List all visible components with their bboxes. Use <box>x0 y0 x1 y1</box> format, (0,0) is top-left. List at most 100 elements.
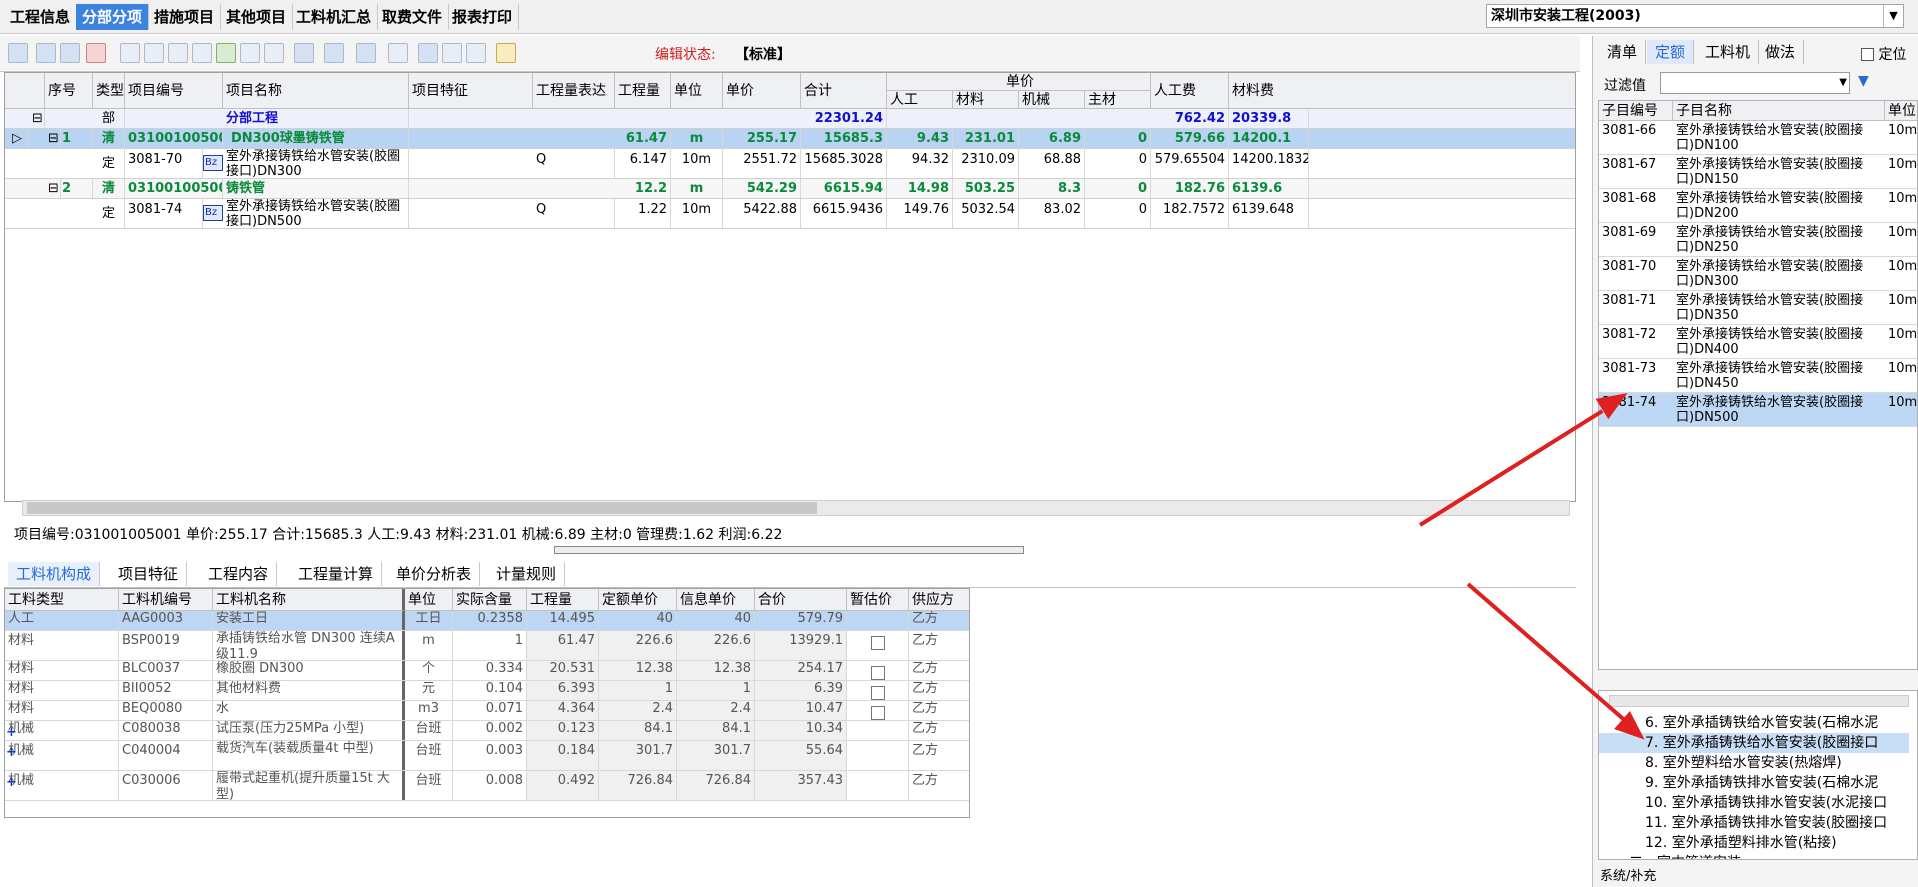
row-name[interactable]: 室外承接铸铁给水管安装(胶圈接口)DN500 <box>223 199 409 228</box>
list-item[interactable]: 3081-68 室外承接铸铁给水管安装(胶圈接口)DN200 10m <box>1599 189 1917 223</box>
header-labor[interactable]: 人工 <box>887 91 953 109</box>
add-child-icon[interactable] <box>36 43 56 63</box>
table-row[interactable]: 机械 C030006 履带式起重机(提升质量15t 大型) 台班 0.008 0.492 7… <box>5 771 969 801</box>
row-code[interactable]: 3081-70 <box>125 149 203 178</box>
chevron-down-icon[interactable]: ▼ <box>1839 73 1847 93</box>
row-unit[interactable]: m <box>671 129 723 148</box>
cell-unit[interactable]: 台班 <box>405 721 453 740</box>
chevron-down-icon[interactable]: ▼ <box>1883 5 1903 27</box>
row-name[interactable]: 铸铁管 <box>223 179 409 198</box>
row-unit[interactable]: 10m <box>671 149 723 178</box>
menu-project-info[interactable]: 工程信息 <box>4 4 78 30</box>
header-qty[interactable]: 工程量 <box>527 589 599 611</box>
table-row[interactable]: 材料 BII0052 其他材料费元 0.104 6.393 1 1 6.39 乙方 <box>5 681 969 701</box>
header-code[interactable]: 项目编号 <box>125 73 223 109</box>
quota-bz-icon[interactable]: Bz <box>203 205 223 221</box>
row-qty[interactable]: 61.47 <box>615 129 671 148</box>
arrow-left-icon[interactable] <box>240 43 260 63</box>
tab-bill[interactable]: 清单 <box>1599 40 1647 64</box>
list-item[interactable]: 3081-74 室外承接铸铁给水管安装(胶圈接口)DN500 10m <box>1599 393 1917 427</box>
row-qty[interactable]: 1.22 <box>615 199 671 228</box>
cell-unit[interactable]: 台班 <box>405 771 453 800</box>
estimate-checkbox[interactable] <box>870 636 885 650</box>
row-name[interactable]: DN300球墨铸铁管 <box>223 129 409 148</box>
filter-icon[interactable] <box>388 43 408 63</box>
paste-icon[interactable] <box>168 43 188 63</box>
header-sum[interactable]: 合价 <box>755 589 847 611</box>
filter-input[interactable]: ▼ <box>1660 72 1850 94</box>
header-supplier[interactable]: 供应方 <box>909 589 969 611</box>
scrollbar-thumb[interactable] <box>27 502 817 514</box>
menu-fee-file[interactable]: 取费文件 <box>376 4 450 30</box>
copy-icon[interactable] <box>144 43 164 63</box>
cell-supplier[interactable]: 乙方 <box>909 701 969 720</box>
header-total[interactable]: 合计 <box>801 73 887 109</box>
cell-kind[interactable]: 人工 <box>5 611 119 630</box>
header-sub-unit[interactable]: 单位 <box>1885 101 1917 121</box>
tree-item[interactable]: 10. 室外承插铸铁排水管安装(水泥接口 <box>1599 793 1909 813</box>
row-unit[interactable]: 10m <box>671 199 723 228</box>
cell-unit[interactable]: 元 <box>405 681 453 700</box>
cell-unit[interactable]: m3 <box>405 701 453 720</box>
cell-unit[interactable]: 台班 <box>405 741 453 770</box>
expand-icon[interactable]: + <box>6 775 17 790</box>
list-item[interactable]: 3081-69 室外承接铸铁给水管安装(胶圈接口)DN250 10m <box>1599 223 1917 257</box>
menu-measures[interactable]: 措施项目 <box>148 4 222 30</box>
row-expr[interactable]: Q <box>533 199 615 228</box>
header-type[interactable]: 类型 <box>93 73 125 109</box>
header-main-material[interactable]: 主材 <box>1085 91 1151 109</box>
row-name[interactable]: 室外承接铸铁给水管安装(胶圈接口)DN300 <box>223 149 409 178</box>
horizontal-scrollbar[interactable] <box>22 500 1570 516</box>
menu-other-items[interactable]: 其他项目 <box>220 4 294 30</box>
project-select[interactable]: 深圳市安装工程(2003) ▼ <box>1486 4 1904 28</box>
splitter-handle[interactable] <box>554 546 1024 554</box>
cut-icon[interactable] <box>120 43 140 63</box>
cell-kind[interactable]: 机械 <box>5 721 119 740</box>
tree-item[interactable]: 8. 室外塑料给水管安装(热熔焊) <box>1599 753 1909 773</box>
layout-icon[interactable] <box>442 43 462 63</box>
table-row[interactable]: 人工 AAG0003 安装工日 工日 0.2358 14.495 40 40 579.79 乙方 <box>5 611 969 631</box>
list-item[interactable]: 3081-71 室外承接铸铁给水管安装(胶圈接口)DN350 10m <box>1599 291 1917 325</box>
filter-apply-icon[interactable]: ▼ <box>1858 73 1880 93</box>
header-feature[interactable]: 项目特征 <box>409 73 533 109</box>
move-up-icon[interactable] <box>192 43 212 63</box>
header-sub-name[interactable]: 子目名称 <box>1673 101 1885 121</box>
estimate-checkbox[interactable] <box>870 666 885 680</box>
header-material[interactable]: 材料 <box>953 91 1019 109</box>
cell-unit[interactable]: m <box>405 631 453 660</box>
table-row[interactable]: ⊟ 部 分部工程 22301.24 762.42 20339.8 <box>5 109 1575 129</box>
collapse-icon[interactable]: ⊟ <box>29 109 45 128</box>
locate-toggle[interactable]: 定位 <box>1861 44 1906 64</box>
tab-labor-composition[interactable]: 工料机构成 <box>8 562 101 586</box>
tab-price-analysis[interactable]: 单价分析表 <box>388 562 481 586</box>
quota-bz-icon[interactable]: Bz <box>203 155 223 171</box>
tree-item[interactable]: 9. 室外承插铸铁排水管安装(石棉水泥 <box>1599 773 1909 793</box>
header-seq[interactable]: 序号 <box>45 73 93 109</box>
table-row[interactable]: 材料 BSP0019 承插铸铁给水管 DN300 连续A级11.9 m 1 61.47 22… <box>5 631 969 661</box>
cell-supplier[interactable]: 乙方 <box>909 661 969 680</box>
list-icon[interactable] <box>324 43 344 63</box>
row-code[interactable]: 3081-74 <box>125 199 203 228</box>
cell-supplier[interactable]: 乙方 <box>909 771 969 800</box>
menu-sub-items[interactable]: 分部分项 <box>76 4 150 30</box>
header-content[interactable]: 实际含量 <box>453 589 527 611</box>
tab-item-feature[interactable]: 项目特征 <box>110 562 188 586</box>
tab-measure-rules[interactable]: 计量规则 <box>488 562 566 586</box>
row-qty[interactable]: 12.2 <box>615 179 671 198</box>
tab-method[interactable]: 做法 <box>1757 40 1805 64</box>
menu-report-print[interactable]: 报表打印 <box>446 4 520 30</box>
sheet-tabs[interactable]: 系统/补充 <box>1600 865 1656 884</box>
tree-item[interactable]: 11. 室外承插铸铁排水管安装(胶圈接口 <box>1599 813 1909 833</box>
list-item[interactable]: 3081-67 室外承接铸铁给水管安装(胶圈接口)DN150 10m <box>1599 155 1917 189</box>
tab-qty-calc[interactable]: 工程量计算 <box>290 562 383 586</box>
table-row[interactable]: 机械 C040004 载货汽车(装载质量4t 中型) 台班 0.003 0.184 301.… <box>5 741 969 771</box>
row-unit[interactable]: m <box>671 179 723 198</box>
table-row[interactable]: 定 3081-74 Bz 室外承接铸铁给水管安装(胶圈接口)DN500 Q 1.… <box>5 199 1575 229</box>
cell-kind[interactable]: 机械 <box>5 771 119 800</box>
tab-work-content[interactable]: 工程内容 <box>200 562 278 586</box>
cell-kind[interactable]: 材料 <box>5 631 119 660</box>
arrow-right-icon[interactable] <box>264 43 284 63</box>
expand-icon[interactable]: + <box>6 725 17 740</box>
row-name[interactable]: 分部工程 <box>223 109 409 128</box>
row-qty[interactable]: 6.147 <box>615 149 671 178</box>
